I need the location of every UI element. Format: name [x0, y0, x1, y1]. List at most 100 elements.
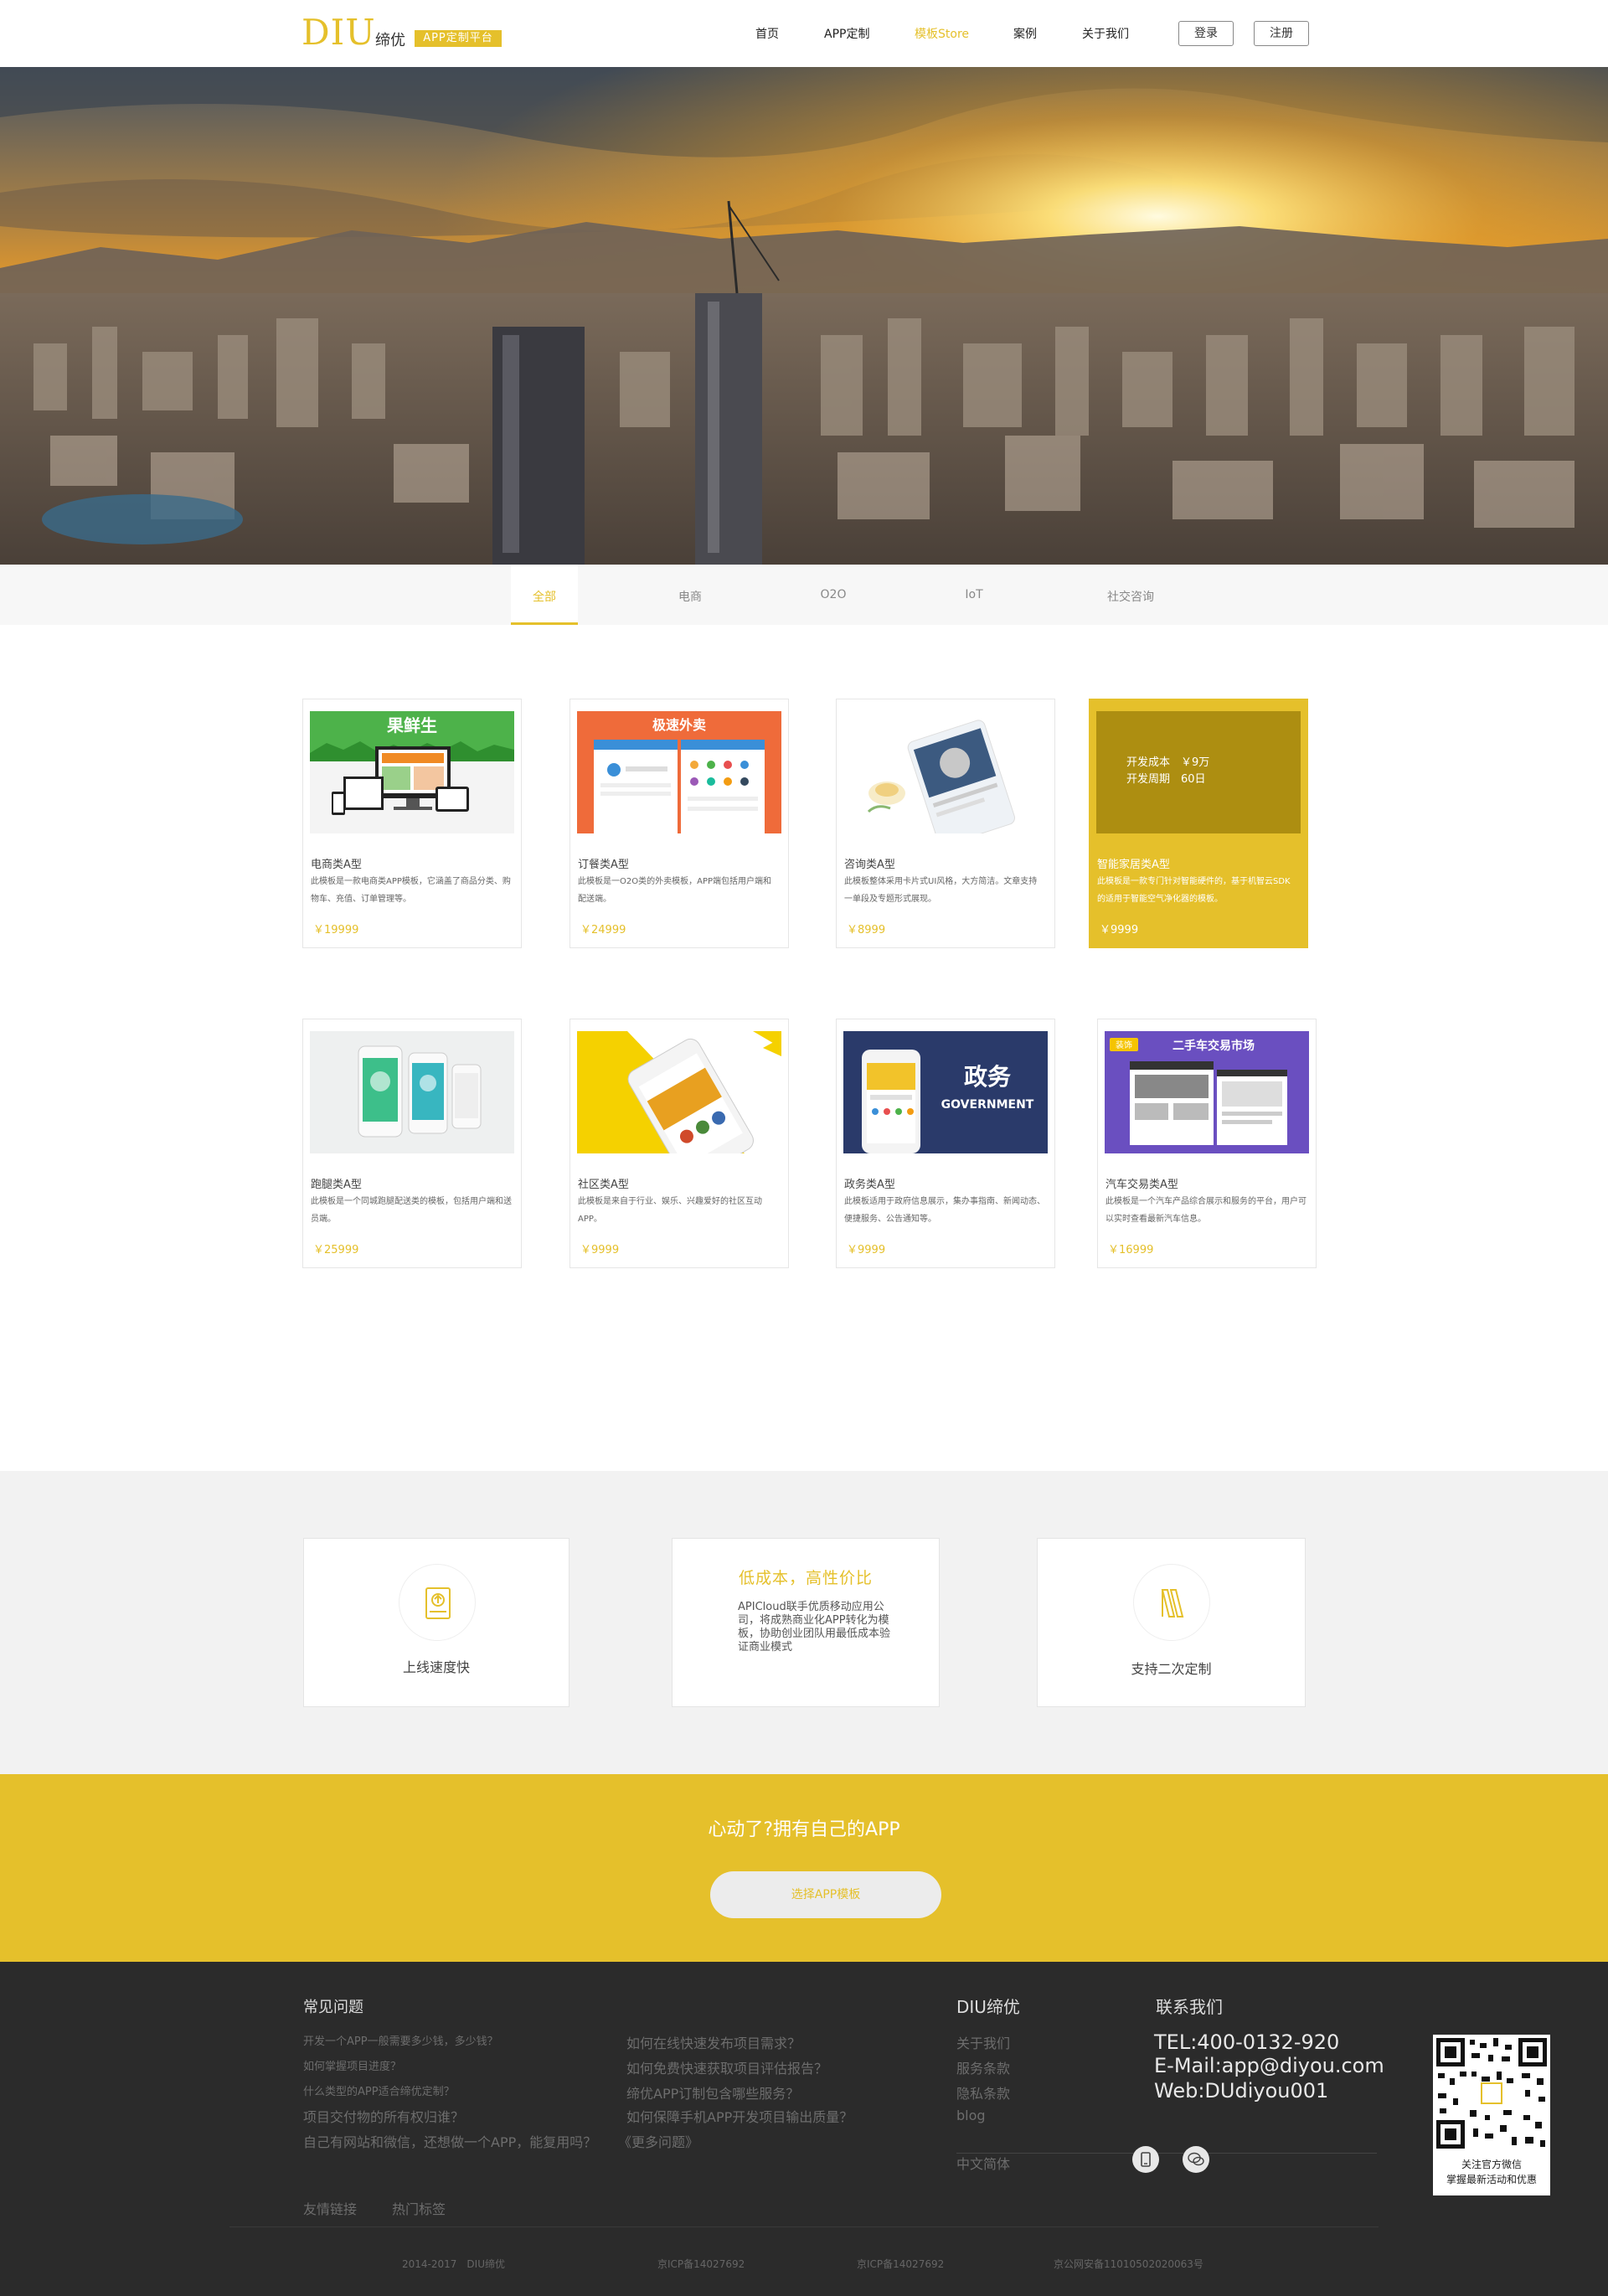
tab-social[interactable]: 社交咨询 — [1097, 588, 1164, 605]
card-thumbnail: 政务 GOVERNMENT — [843, 1031, 1048, 1153]
logo-tag: APP定制平台 — [415, 30, 502, 47]
icp-number[interactable]: 京ICP备14027692 — [857, 2257, 944, 2271]
phone-icon[interactable] — [1132, 2146, 1159, 2173]
faq-link[interactable]: 如何保障手机APP开发项目输出质量？ — [626, 2106, 853, 2126]
contact-web: Web:DUdiyou001 — [1154, 2079, 1329, 2103]
dev-period-label: 开发周期 60日 — [1126, 773, 1206, 786]
contact-tel: TEL:400-0132-920 — [1154, 2030, 1340, 2054]
tab-iot[interactable]: IoT — [941, 588, 1008, 601]
card-title: 社区类A型 — [578, 1179, 629, 1191]
template-card-car-trade[interactable]: 装饰 二手车交易市场 汽车交易类A型 此模板是一个汽车产品综合展示和服务的平台，… — [1097, 1019, 1317, 1268]
faq-more-link[interactable]: 《更多问题》 — [618, 2131, 698, 2151]
qr-code — [1433, 2035, 1550, 2152]
site-footer: 常见问题 开发一个APP一般需要多少钱，多少钱？ 如何掌握项目进度？ 什么类型的… — [0, 1962, 1608, 2296]
qr-caption-1: 关注官方微信 — [1461, 2159, 1522, 2170]
footer-link-terms[interactable]: 服务条款 — [956, 2057, 1010, 2077]
dev-cost-label: 开发成本 ￥9万 — [1126, 756, 1210, 769]
template-card-community[interactable]: 社区类A型 此模板是来自于行业、娱乐、兴趣爱好的社区互动APP。 ￥9999 — [570, 1019, 789, 1268]
card-price: ￥25999 — [313, 1244, 359, 1256]
card-description: 此模板整体采用卡片式UI风格，大方简洁。文章支持一单段及专题形式展现。 — [844, 877, 1038, 904]
faq-link[interactable]: 如何掌握项目进度？ — [303, 2057, 401, 2073]
feature-low-cost-desc: APICloud联手优质移动应用公司，将成熟商业化APP转化为模板，协助创业团队… — [738, 1601, 891, 1654]
footer-link-blog[interactable]: blog — [956, 2108, 986, 2123]
cta-title: 心动了?拥有自己的APP — [708, 1819, 900, 1840]
card-title: 汽车交易类A型 — [1106, 1179, 1178, 1191]
card-title: 智能家居类A型 — [1097, 859, 1170, 871]
nav-app-custom[interactable]: APP定制 — [824, 25, 869, 42]
template-card-errand[interactable]: 跑腿类A型 此模板是一个同城跑腿配送类的模板，包括用户端和送员端。 ￥25999 — [302, 1019, 522, 1268]
card-overlay: 开发成本 ￥9万 开发周期 60日 — [1096, 711, 1301, 833]
choose-template-button[interactable]: 选择APP模板 — [710, 1871, 941, 1918]
template-card-government[interactable]: 政务 GOVERNMENT 政务类A型 此模板适用于政府信息展示，集办事指南、新… — [836, 1019, 1055, 1268]
register-button[interactable]: 注册 — [1254, 21, 1309, 46]
card-description: 此模板是来自于行业、娱乐、兴趣爱好的社区互动APP。 — [578, 1197, 762, 1224]
svg-text:装饰: 装饰 — [1116, 1040, 1132, 1050]
book-icon — [1133, 1564, 1210, 1641]
city-sunset-image — [0, 67, 1608, 565]
footer-link-privacy[interactable]: 隐私条款 — [956, 2082, 1010, 2103]
contact-email[interactable]: E-Mail:app@diyou.com — [1154, 2054, 1384, 2077]
nav-cases[interactable]: 案例 — [1013, 25, 1037, 42]
faq-link[interactable]: 缔优APP订制包含哪些服务？ — [626, 2082, 799, 2103]
hero-banner — [0, 67, 1608, 565]
card-description: 此模板是一个同城跑腿配送类的模板，包括用户端和送员端。 — [311, 1197, 512, 1224]
card-title: 电商类A型 — [311, 859, 362, 871]
template-card-smart-home[interactable]: 开发成本 ￥9万 开发周期 60日 智能家居类A型 此模板是一款专门针对智能硬件… — [1089, 699, 1308, 948]
language-selector[interactable]: 中文简体 — [956, 2153, 1010, 2173]
faq-link[interactable]: 如何在线快速发布项目需求？ — [626, 2032, 801, 2052]
template-card-food-order[interactable]: 极速外卖 订餐类A型 此模板是一O2O类的外卖模板，APP端包括用户端和配送端。… — [570, 699, 789, 948]
card-price: ￥9999 — [580, 1244, 620, 1256]
logo[interactable]: DIU — [302, 12, 376, 53]
card-price: ￥16999 — [1108, 1244, 1154, 1256]
card-description: 此模板适用于政府信息展示，集办事指南、新闻动态、便捷服务、公告通知等。 — [844, 1197, 1045, 1224]
faq-link[interactable]: 什么类型的APP适合缔优定制？ — [303, 2082, 455, 2098]
police-record[interactable]: 京公网安备11010502020063号 — [1054, 2257, 1203, 2271]
upload-icon — [399, 1564, 476, 1641]
template-card-consulting[interactable]: 咨询类A型 此模板整体采用卡片式UI风格，大方简洁。文章支持一单段及专题形式展现… — [836, 699, 1055, 948]
faq-link[interactable]: 开发一个APP一般需要多少钱，多少钱？ — [303, 2032, 498, 2048]
card-thumbnail: 极速外卖 — [577, 711, 781, 833]
cta-banner: 心动了?拥有自己的APP 选择APP模板 — [0, 1774, 1608, 1962]
svg-text:政务: 政务 — [964, 1063, 1011, 1091]
svg-text:二手车交易市场: 二手车交易市场 — [1172, 1039, 1255, 1053]
icp-number[interactable]: 京ICP备14027692 — [657, 2257, 745, 2271]
nav-home[interactable]: 首页 — [755, 25, 779, 42]
tab-o2o[interactable]: O2O — [800, 588, 867, 601]
card-price: ￥9999 — [847, 1244, 886, 1256]
faq-link[interactable]: 如何免费快速获取项目评估报告？ — [626, 2057, 827, 2077]
wechat-icon[interactable] — [1183, 2146, 1209, 2173]
faq-link[interactable]: 项目交付物的所有权归谁？ — [303, 2106, 464, 2126]
category-tabs: 全部 电商 O2O IoT 社交咨询 — [0, 565, 1608, 625]
logo-subtitle: 缔优 — [375, 32, 405, 49]
footer-bottom-divider — [229, 2226, 1379, 2227]
svg-text:GOVERNMENT: GOVERNMENT — [941, 1098, 1034, 1112]
tab-all[interactable]: 全部 — [511, 588, 578, 605]
feature-caption: 支持二次定制 — [1131, 1661, 1212, 1677]
login-button[interactable]: 登录 — [1178, 21, 1234, 46]
nav-template-store[interactable]: 模板Store — [915, 25, 969, 42]
card-description: 此模板是一款专门针对智能硬件的，基于机智云SDK的适用于智能空气净化器的模板。 — [1097, 877, 1291, 904]
features-section: 上线速度快 低成本，高性价比 APICloud联手优质移动应用公司，将成熟商业化… — [0, 1471, 1608, 1774]
copyright: 2014-2017 DIU缔优 — [402, 2258, 505, 2270]
contact-title: 联系我们 — [1156, 1997, 1223, 2017]
card-title: 跑腿类A型 — [311, 1179, 362, 1191]
feature-low-cost-title: 低成本，高性价比 — [738, 1569, 873, 1587]
nav-about[interactable]: 关于我们 — [1082, 25, 1129, 42]
template-card-ecommerce[interactable]: 果鲜生 电商类A型 此模板是一款电商类APP模板，它涵盖了商品分类、购物车、充值… — [302, 699, 522, 948]
card-thumbnail — [310, 1031, 514, 1153]
wechat-qr-block: 关注官方微信 掌握最新活动和优惠 — [1433, 2035, 1550, 2195]
tab-ecommerce[interactable]: 电商 — [657, 588, 724, 605]
faq-title: 常见问题 — [303, 1999, 363, 2016]
diu-title: DIU缔优 — [956, 1997, 1020, 2017]
faq-link[interactable]: 自己有网站和微信，还想做一个APP，能复用吗？ — [303, 2131, 596, 2151]
hot-tags[interactable]: 热门标签 — [392, 2198, 446, 2218]
feature-caption: 上线速度快 — [402, 1659, 470, 1675]
footer-divider — [956, 2153, 1377, 2154]
friend-links[interactable]: 友情链接 — [303, 2198, 357, 2218]
card-title: 订餐类A型 — [578, 859, 629, 871]
feature-custom: 支持二次定制 — [1037, 1538, 1306, 1707]
footer-link-about[interactable]: 关于我们 — [956, 2032, 1010, 2052]
card-price: ￥8999 — [847, 924, 886, 936]
site-header: DIU 缔优 APP定制平台 首页 APP定制 模板Store 案例 关于我们 … — [0, 0, 1608, 67]
card-description: 此模板是一O2O类的外卖模板，APP端包括用户端和配送端。 — [578, 877, 772, 904]
